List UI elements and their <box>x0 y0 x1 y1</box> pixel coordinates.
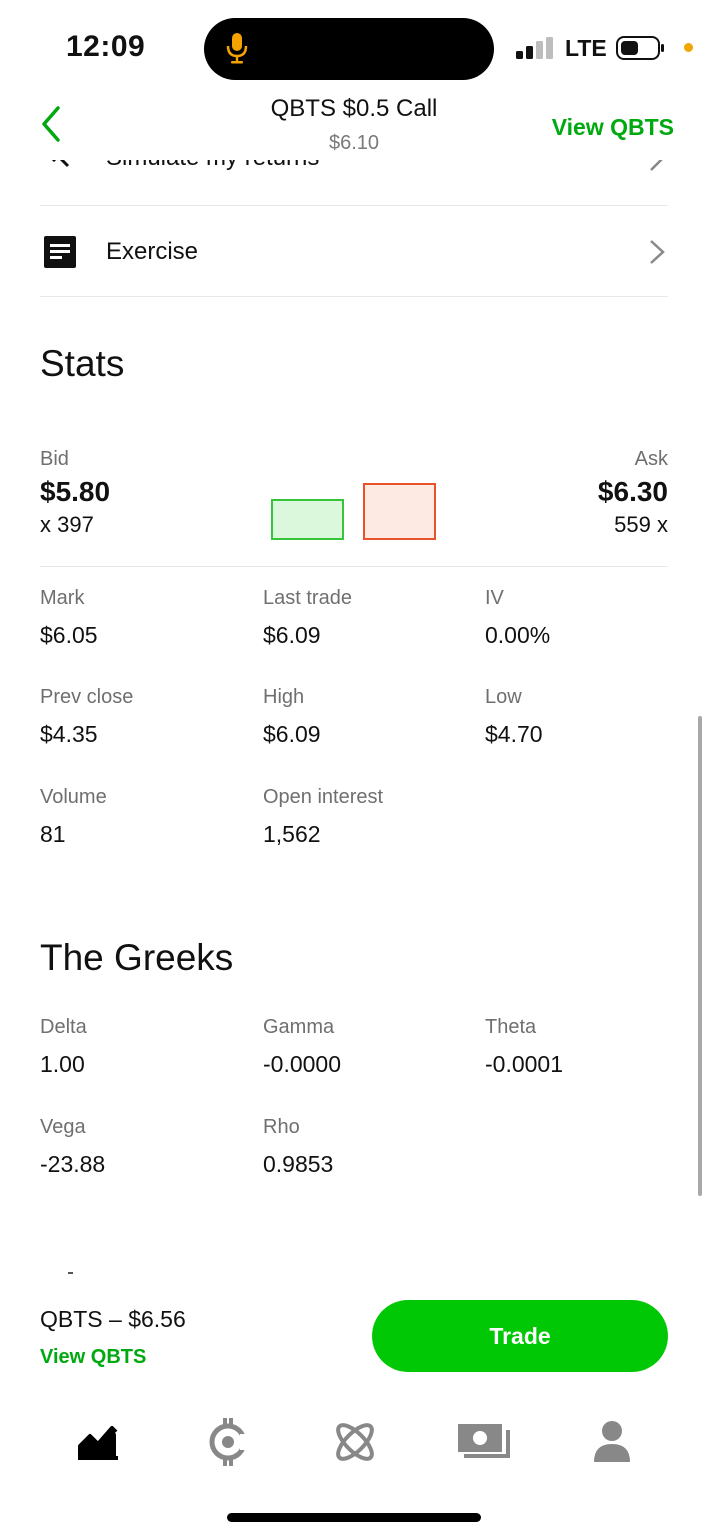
ask-label: Ask <box>634 448 668 470</box>
stat-value-iv: 0.00% <box>485 622 551 648</box>
trade-button[interactable]: Trade <box>372 1300 668 1372</box>
crypto-icon[interactable] <box>200 1416 256 1468</box>
content-fragment <box>68 1272 73 1274</box>
greek-value-rho: 0.9853 <box>263 1151 334 1177</box>
stat-label-low: Low <box>485 686 522 708</box>
exercise-label[interactable]: Exercise <box>106 238 198 266</box>
network-type: LTE <box>565 35 607 61</box>
stat-label-last-trade: Last trade <box>263 587 352 609</box>
page-title: QBTS $0.5 Call <box>270 95 438 122</box>
greek-label-rho: Rho <box>263 1116 300 1138</box>
ticker-price: QBTS – $6.56 <box>40 1306 186 1332</box>
stat-label-mark: Mark <box>40 587 85 609</box>
greeks-title: The Greeks <box>40 937 234 978</box>
stat-value-high: $6.09 <box>263 721 321 747</box>
greek-label-gamma: Gamma <box>263 1016 335 1038</box>
greek-value-delta: 1.00 <box>40 1051 85 1077</box>
page-subtitle: $6.10 <box>328 132 380 154</box>
battery-icon <box>616 36 664 60</box>
stat-label-open-interest: Open interest <box>263 786 384 808</box>
stat-value-last-trade: $6.09 <box>263 622 321 648</box>
signal-icon <box>516 37 553 59</box>
investing-icon[interactable] <box>70 1416 126 1468</box>
stat-label-high: High <box>263 686 305 708</box>
divider <box>40 296 668 297</box>
status-time: 12:09 <box>66 30 146 63</box>
stat-value-prev-close: $4.35 <box>40 721 98 747</box>
stat-label-iv: IV <box>485 587 504 609</box>
bid-size: x 397 <box>40 512 94 537</box>
ask-price: $6.30 <box>597 476 668 507</box>
microphone-icon <box>226 33 248 64</box>
back-button[interactable] <box>36 104 70 144</box>
cash-icon[interactable] <box>456 1416 512 1468</box>
home-indicator <box>227 1513 481 1522</box>
greek-label-theta: Theta <box>485 1016 537 1038</box>
account-icon[interactable] <box>584 1416 640 1468</box>
stat-value-open-interest: 1,562 <box>263 821 321 847</box>
bid-price: $5.80 <box>40 476 111 507</box>
stats-title: Stats <box>40 343 125 384</box>
bid-label: Bid <box>40 448 69 470</box>
dynamic-island <box>204 18 494 80</box>
stat-value-mark: $6.05 <box>40 622 98 648</box>
ask-size-bar <box>363 483 436 540</box>
greek-value-gamma: -0.0000 <box>263 1051 342 1077</box>
greek-label-vega: Vega <box>40 1116 86 1138</box>
view-ticker-link[interactable]: View QBTS <box>40 1346 146 1369</box>
divider <box>40 205 668 206</box>
scrollbar[interactable] <box>698 716 702 1196</box>
divider <box>40 566 668 567</box>
greek-label-delta: Delta <box>40 1016 87 1038</box>
network-icon[interactable] <box>327 1416 383 1468</box>
bid-size-bar <box>271 499 344 540</box>
privacy-indicator <box>684 43 693 52</box>
view-ticker-link[interactable]: View QBTS <box>552 114 674 141</box>
stat-value-low: $4.70 <box>485 721 543 747</box>
stat-value-volume: 81 <box>40 821 66 847</box>
greek-value-vega: -23.88 <box>40 1151 106 1177</box>
stat-label-volume: Volume <box>40 786 107 808</box>
chevron-right-icon[interactable] <box>648 238 666 266</box>
document-icon <box>44 236 76 268</box>
ask-size: 559 x <box>614 512 668 537</box>
stat-label-prev-close: Prev close <box>40 686 134 708</box>
greek-value-theta: -0.0001 <box>485 1051 564 1077</box>
